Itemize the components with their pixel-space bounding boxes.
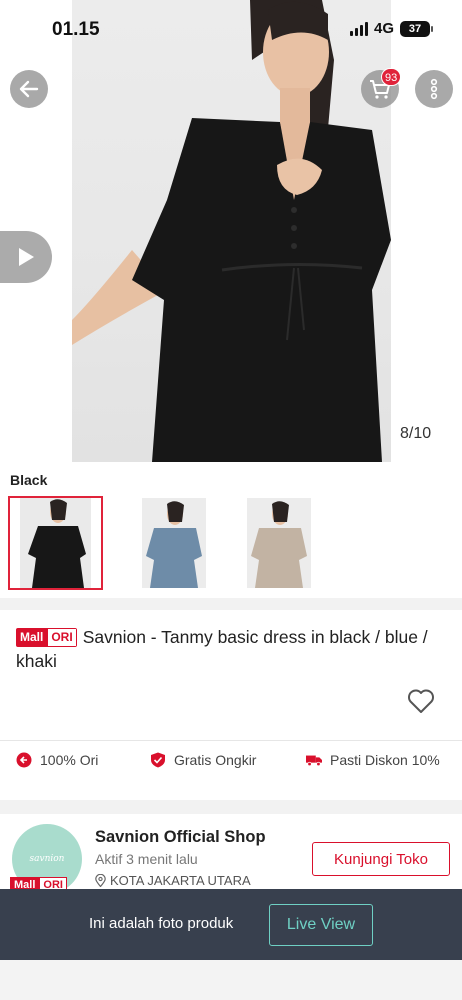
variant-thumbnails	[8, 496, 311, 590]
location-pin-icon	[95, 874, 106, 887]
shop-section: savnion Mall ORI Savnion Official Shop A…	[0, 814, 462, 894]
visit-shop-button[interactable]: Kunjungi Toko	[312, 842, 450, 876]
mall-badge-label: Mall	[16, 628, 48, 647]
product-title-row: Mall ORI Savnion - Tanmy basic dress in …	[16, 625, 446, 673]
status-time: 01.15	[52, 19, 100, 40]
play-icon	[19, 248, 34, 266]
back-button[interactable]	[10, 70, 48, 108]
signal-icon	[349, 21, 368, 36]
ori-return-icon	[16, 752, 32, 768]
battery-icon: 37	[400, 20, 433, 37]
shield-check-icon	[151, 752, 165, 768]
status-indicators: 4G 37	[349, 20, 433, 37]
photo-notice-text: Ini adalah foto produk	[89, 915, 234, 932]
play-video-button[interactable]	[0, 231, 52, 283]
variant-thumb-khaki[interactable]	[247, 498, 311, 588]
bottom-safe-area	[0, 960, 462, 1000]
mall-ori-badge: Mall ORI	[16, 628, 77, 647]
selected-variant-label: Black	[10, 472, 48, 488]
shop-avatar-text: savnion	[29, 854, 65, 864]
shop-location: KOTA JAKARTA UTARA	[95, 873, 251, 888]
truck-icon	[306, 755, 322, 767]
variant-thumb-blue[interactable]	[142, 498, 206, 588]
feature-diskon-label: Pasti Diskon 10%	[330, 752, 440, 768]
section-divider	[0, 800, 462, 814]
arrow-left-icon	[19, 80, 39, 98]
variant-thumb-black[interactable]	[8, 496, 103, 590]
product-image-gallery[interactable]: 01.15 4G 37 93 8/10	[0, 0, 462, 462]
feature-ori-label: 100% Ori	[40, 752, 99, 768]
ori-badge-label: ORI	[47, 628, 77, 647]
shop-location-text: KOTA JAKARTA UTARA	[110, 873, 251, 888]
feature-ongkir[interactable]: Gratis Ongkir	[150, 752, 256, 768]
shop-active-status: Aktif 3 menit lalu	[95, 851, 198, 867]
live-view-button[interactable]: Live View	[269, 904, 373, 946]
network-type: 4G	[373, 20, 394, 37]
product-photo[interactable]	[72, 0, 391, 462]
section-divider	[0, 598, 462, 610]
feature-ongkir-label: Gratis Ongkir	[174, 752, 257, 768]
more-vertical-icon	[430, 78, 438, 100]
cart-count-badge: 93	[381, 68, 402, 86]
divider-line	[0, 740, 462, 741]
feature-diskon[interactable]: Pasti Diskon 10%	[306, 752, 440, 768]
wishlist-button[interactable]	[407, 688, 435, 719]
feature-ori[interactable]: 100% Ori	[16, 752, 98, 768]
photo-notice-banner: Ini adalah foto produk Live View	[0, 889, 462, 960]
product-title: Savnion - Tanmy basic dress in black / b…	[16, 627, 428, 671]
heart-icon	[408, 689, 434, 713]
more-options-button[interactable]	[415, 70, 453, 108]
image-counter: 8/10	[400, 425, 432, 442]
shop-name[interactable]: Savnion Official Shop	[95, 828, 266, 847]
model-illustration	[72, 0, 391, 462]
